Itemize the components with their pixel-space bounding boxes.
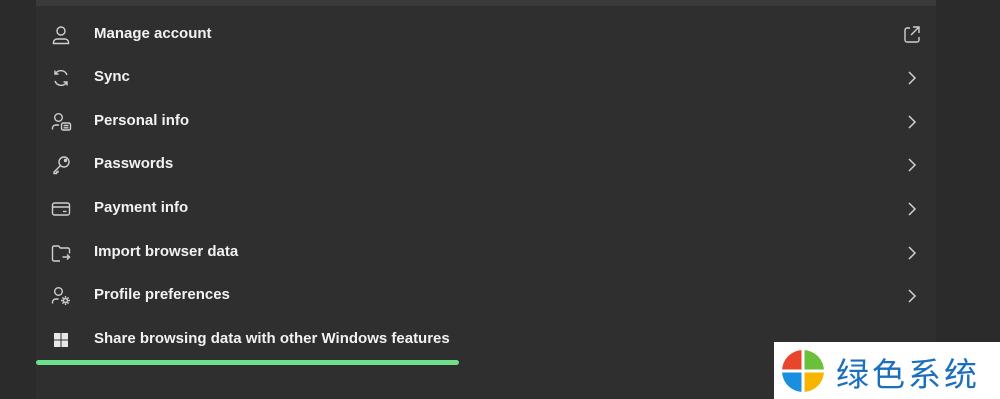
top-divider [36,0,936,6]
personal-info-icon [50,111,72,133]
menu-item-manage-account[interactable]: Manage account [36,13,936,57]
menu-item-label: Import browser data [94,243,239,260]
person-icon [50,24,72,46]
chevron-right-icon [902,198,922,220]
chevron-right-icon [902,242,922,264]
windows-color-logo-icon [780,348,826,394]
chevron-right-icon [902,154,922,176]
menu-item-passwords[interactable]: Passwords [36,143,936,187]
menu-item-sync[interactable]: Sync [36,56,936,100]
settings-page: Manage account Sync Personal info Passwo… [0,0,1000,399]
menu-item-label: Sync [94,68,130,85]
profile-settings-icon [50,285,72,307]
menu-item-label: Profile preferences [94,286,230,303]
menu-item-label: Personal info [94,112,190,129]
menu-item-profile-preferences[interactable]: Profile preferences [36,274,936,318]
sync-icon [50,67,72,89]
menu-item-personal-info[interactable]: Personal info [36,100,936,144]
key-icon [50,154,72,176]
highlight-underline [36,360,459,365]
menu-item-label: Share browsing data with other Windows f… [94,330,450,347]
menu-item-label: Passwords [94,155,174,172]
external-link-icon[interactable] [902,24,922,46]
menu-item-label: Payment info [94,199,189,216]
menu-item-label: Manage account [94,25,212,42]
credit-card-icon [50,198,72,220]
windows-logo-icon [50,329,72,351]
chevron-right-icon [902,67,922,89]
watermark: 绿色系统 [774,342,1000,399]
watermark-text: 绿色系统 [836,355,980,394]
chevron-right-icon [902,285,922,307]
import-folder-icon [50,242,72,264]
menu-item-payment-info[interactable]: Payment info [36,187,936,231]
chevron-right-icon [902,111,922,133]
menu-item-import-browser-data[interactable]: Import browser data [36,231,936,275]
